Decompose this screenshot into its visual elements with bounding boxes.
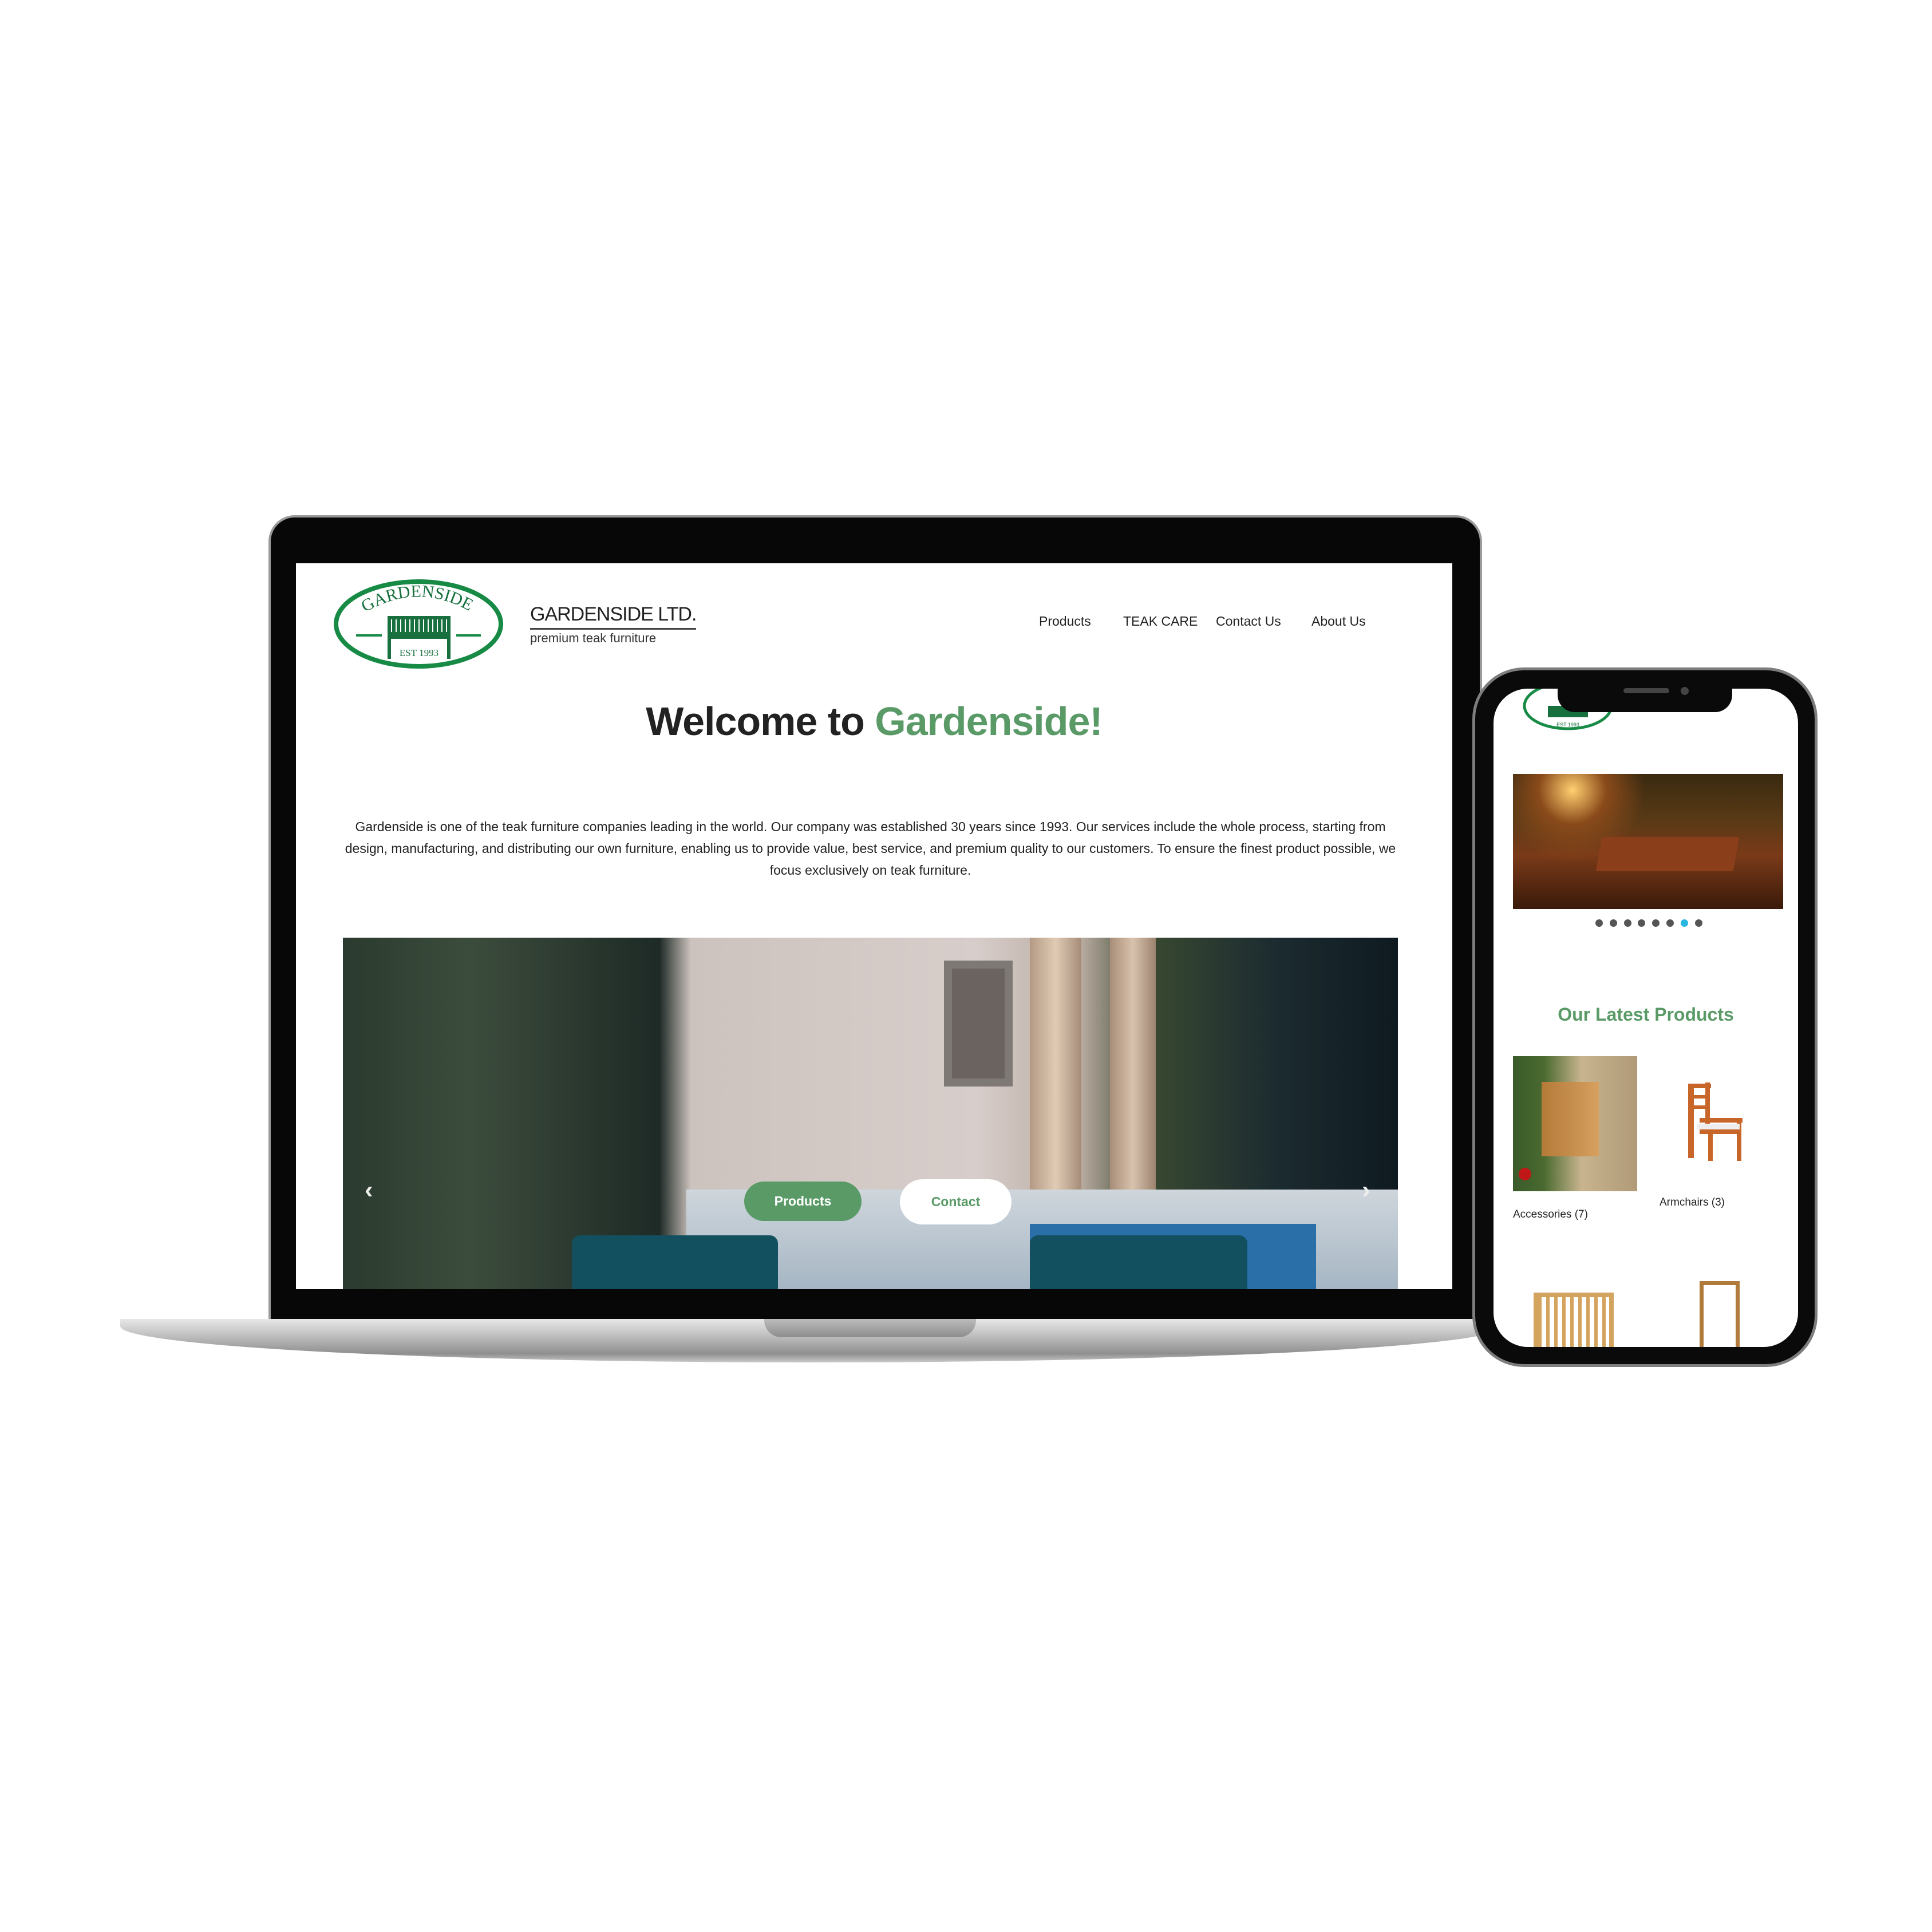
nav-teak-care[interactable]: TEAK CARE [1123, 614, 1198, 629]
mobile-slide-image [1513, 774, 1783, 909]
gardenside-logo[interactable]: GARDENSIDE EST 1993 [333, 578, 504, 670]
products-button[interactable]: Products [744, 1182, 862, 1221]
svg-text:EST 1993: EST 1993 [400, 647, 438, 658]
nav-products[interactable]: Products [1039, 614, 1091, 629]
next-slide-arrow-icon[interactable]: › [1362, 1176, 1370, 1204]
brand: GARDENSIDE LTD. premium teak furniture [530, 603, 697, 646]
svg-text:EST 1993: EST 1993 [1556, 722, 1579, 728]
laptop-base-notch [764, 1319, 976, 1337]
slide-dot[interactable] [1595, 919, 1603, 927]
product-image-accessories[interactable] [1513, 1056, 1637, 1191]
slide-dot[interactable] [1623, 919, 1631, 927]
nav-contact-us[interactable]: Contact Us [1216, 614, 1281, 629]
product-image-barstool[interactable] [1700, 1281, 1740, 1347]
laptop-screen: GARDENSIDE EST 1993 GARDENSIDE LTD. prem… [296, 563, 1452, 1289]
phone-notch [1558, 678, 1732, 712]
slide-dot[interactable] [1666, 919, 1674, 927]
contact-button[interactable]: Contact [900, 1179, 1012, 1224]
product-image-armchairs[interactable] [1682, 1078, 1745, 1164]
title-highlight: Gardenside! [875, 699, 1103, 744]
chair [1030, 1235, 1247, 1289]
product-label-accessories[interactable]: Accessories (7) [1513, 1208, 1588, 1221]
phone-screen: EST 1993 Our Latest Products Accessories… [1494, 689, 1798, 1347]
window [944, 961, 1013, 1086]
column [1030, 938, 1081, 1190]
hero-slider: ‹ › [343, 938, 1398, 1289]
title-prefix: Welcome to [646, 699, 875, 744]
camera [1681, 687, 1689, 695]
product-label-armchairs[interactable]: Armchairs (3) [1660, 1196, 1725, 1209]
nav-about-us[interactable]: About Us [1311, 614, 1366, 629]
page-title: Welcome to Gardenside! [296, 698, 1452, 744]
intro-paragraph: Gardenside is one of the teak furniture … [345, 819, 1396, 878]
product-image-bench[interactable] [1534, 1293, 1614, 1347]
latest-products-title: Our Latest Products [1558, 1004, 1734, 1025]
prev-slide-arrow-icon[interactable]: ‹ [365, 1176, 373, 1204]
slide-dot[interactable] [1680, 919, 1688, 927]
column [1110, 938, 1156, 1190]
slide-dot[interactable] [1609, 919, 1617, 927]
brand-subtitle: premium teak furniture [530, 631, 657, 645]
speaker [1623, 688, 1669, 693]
slide-dot[interactable] [1694, 919, 1702, 927]
brand-title: GARDENSIDE LTD. [530, 603, 697, 630]
chair [572, 1235, 778, 1289]
